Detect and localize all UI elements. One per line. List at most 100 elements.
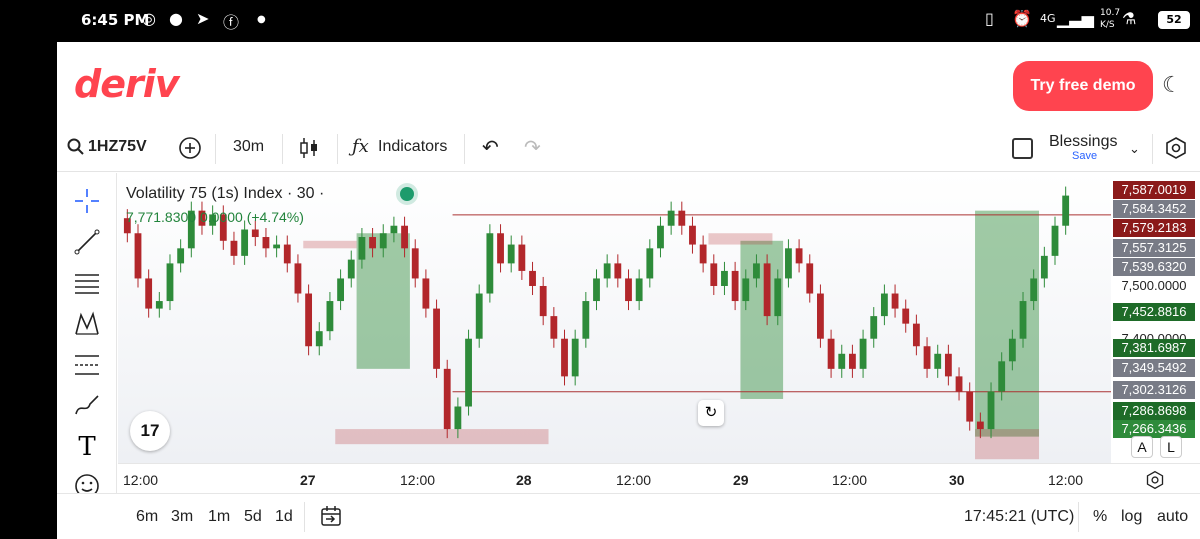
fib-retracement-icon[interactable]	[71, 267, 103, 299]
chart-toolbar: 1HZ75V 30m ƒx Indicators ↶ ↷ Blessings S…	[57, 126, 1200, 172]
signal-icon: ▁▃▅	[1057, 9, 1094, 28]
whatsapp-icon: ◎	[142, 9, 156, 28]
candle-body	[774, 278, 782, 317]
network-label: 4G	[1040, 12, 1056, 25]
candle-body	[934, 353, 942, 369]
utc-clock[interactable]: 17:45:21 (UTC)	[964, 508, 1074, 526]
candle-body	[902, 308, 910, 324]
price-label: 7,452.8816	[1113, 303, 1195, 321]
brush-icon[interactable]	[71, 390, 103, 422]
candle-body	[699, 244, 707, 264]
candle-body	[177, 248, 185, 264]
candle-body	[848, 353, 856, 369]
prediction-icon[interactable]	[71, 349, 103, 381]
candle-body	[550, 316, 558, 339]
candle-body	[923, 346, 931, 369]
facebook-icon: ⓕ	[223, 13, 240, 32]
candle-body	[1062, 195, 1070, 226]
function-icon[interactable]: ƒx	[352, 136, 369, 157]
chart-pane[interactable]: Volatility 75 (1s) Index · 30 · 7,771.83…	[118, 173, 1111, 463]
add-compare-icon[interactable]	[178, 136, 202, 165]
log-scale-button[interactable]: L	[1160, 436, 1182, 458]
candlestick-icon[interactable]	[299, 136, 319, 165]
bottom-toolbar: 6m 3m 1m 5d 1d 17:45:21 (UTC) % log auto	[57, 493, 1200, 539]
range-3m[interactable]: 3m	[171, 508, 193, 526]
candle-body	[944, 353, 952, 377]
pattern-icon[interactable]	[71, 308, 103, 340]
redo-icon[interactable]: ↷	[524, 135, 541, 160]
candle-body	[998, 361, 1006, 392]
text-tool-icon[interactable]: T	[71, 431, 103, 463]
candle-body	[262, 237, 270, 249]
candle-body	[401, 225, 408, 249]
toolbar-divider	[464, 134, 465, 164]
price-change-pct: (+4.74%)	[246, 209, 304, 225]
log-scale-toggle[interactable]: log	[1121, 508, 1142, 526]
layout-checkbox[interactable]	[1012, 138, 1033, 159]
drawing-toolbar: T	[57, 173, 117, 498]
search-icon[interactable]	[67, 138, 85, 161]
save-label[interactable]: Save	[1072, 150, 1097, 162]
candle-body	[753, 263, 760, 279]
market-open-indicator	[400, 187, 414, 201]
undo-icon[interactable]: ↶	[482, 135, 499, 160]
auto-scale-button[interactable]: A	[1131, 436, 1153, 458]
candle-body	[305, 293, 313, 347]
speed-top: 10.7	[1100, 8, 1121, 18]
time-label: 12:00	[123, 472, 159, 488]
candle-body	[806, 263, 814, 294]
last-price: 7,771.8300	[126, 209, 197, 225]
candle-body	[443, 368, 451, 430]
chevron-down-icon[interactable]: ⌄	[1129, 141, 1140, 157]
candle-body	[422, 278, 430, 309]
status-bar: 6:45 PM ◎ ● ➤ ⓕ ● ▯ ⏰ 4G ▁▃▅ 10.7 K/S ⚗ …	[57, 0, 1200, 42]
range-6m[interactable]: 6m	[136, 508, 158, 526]
settings-hexagon-icon[interactable]	[1164, 136, 1188, 165]
layout-name[interactable]: Blessings	[1049, 133, 1117, 151]
candle-body	[667, 210, 675, 226]
candle-body	[657, 225, 664, 249]
crosshair-icon[interactable]	[71, 185, 103, 217]
candle-body	[251, 229, 259, 238]
candle-body	[155, 301, 163, 309]
percent-scale-button[interactable]: %	[1093, 508, 1107, 526]
candle-body	[326, 301, 334, 332]
candle-body	[369, 237, 376, 249]
candle-body	[731, 270, 739, 302]
candle-body	[561, 338, 568, 377]
go-to-date-icon[interactable]	[320, 505, 342, 532]
indicators-button[interactable]: Indicators	[378, 138, 447, 156]
symbol-search[interactable]: 1HZ75V	[88, 138, 147, 156]
price-axis[interactable]: 7,587.0019 7,584.3452 7,579.2183 7,557.3125…	[1111, 173, 1200, 463]
candle-body	[603, 263, 611, 279]
chart-values: 7,771.8300 0.0000 (+4.74%)	[126, 209, 304, 225]
range-1m[interactable]: 1m	[208, 508, 230, 526]
interval-button[interactable]: 30m	[233, 138, 264, 156]
trend-line-icon[interactable]	[71, 226, 103, 258]
speed-bottom: K/S	[1100, 20, 1115, 30]
candle-body	[134, 233, 142, 279]
candle-body	[817, 293, 824, 339]
candle-body	[337, 278, 345, 302]
candle-body	[539, 285, 547, 317]
time-axis[interactable]: 12:00 27 12:00 28 12:00 29 12:00 30 12:0…	[118, 463, 1200, 493]
candle-body	[912, 323, 920, 347]
candle-body	[785, 248, 792, 279]
axis-settings-icon[interactable]	[1145, 470, 1165, 493]
try-free-demo-button[interactable]: Try free demo	[1013, 61, 1153, 111]
candle-body	[507, 244, 515, 264]
range-1d[interactable]: 1d	[275, 508, 293, 526]
tradingview-logo[interactable]: 17	[130, 411, 170, 451]
toolbar-divider	[337, 134, 338, 164]
time-label: 12:00	[616, 472, 652, 488]
candle-body	[283, 244, 291, 264]
candle-body	[646, 248, 654, 279]
auto-scale-toggle[interactable]: auto	[1157, 508, 1188, 526]
range-5d[interactable]: 5d	[244, 508, 262, 526]
moon-icon[interactable]: ☾	[1162, 72, 1182, 98]
price-label: 7,587.0019	[1113, 181, 1195, 199]
price-label: 7,500.0000	[1121, 278, 1187, 293]
reset-chart-icon[interactable]: ↻	[698, 400, 724, 426]
candle-body	[880, 293, 888, 317]
deriv-logo[interactable]: deriv	[74, 62, 180, 106]
